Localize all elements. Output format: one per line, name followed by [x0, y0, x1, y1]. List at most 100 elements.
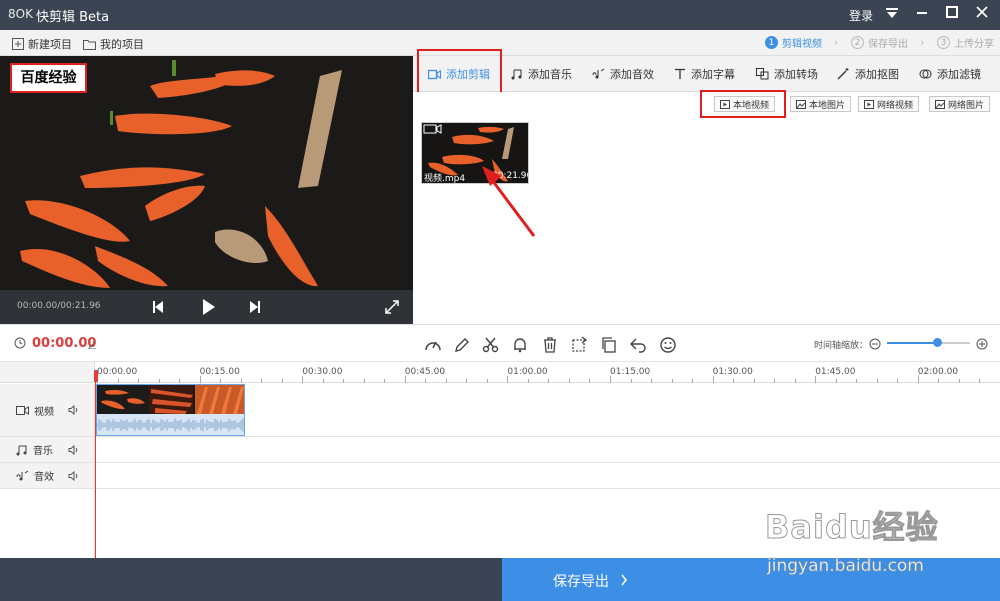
ruler-tick: [158, 379, 160, 383]
track-label: 音效: [34, 472, 54, 483]
my-projects-button[interactable]: 我的项目: [83, 36, 144, 52]
tab-label: 添加音效: [610, 68, 654, 81]
step-upload-share[interactable]: 3 上传分享: [937, 35, 994, 50]
tab-add-sound-effect[interactable]: 添加音效: [592, 66, 654, 82]
playhead-handle[interactable]: [94, 370, 98, 382]
ruler-tick: [281, 379, 283, 383]
ruler-tick: [692, 379, 694, 383]
minimize-icon[interactable]: [911, 4, 933, 26]
step-label: 保存导出: [868, 39, 908, 50]
chevron-right-icon: ›: [834, 36, 839, 49]
new-project-button[interactable]: 新建项目: [12, 36, 72, 52]
ruler-tick: [507, 376, 509, 383]
clip-waveform: [97, 414, 244, 435]
ruler-tick: [876, 379, 878, 383]
bell-icon[interactable]: [511, 336, 529, 354]
zoom-label: 时间轴缩放：: [814, 341, 869, 351]
tab-add-music[interactable]: 添加音乐: [511, 66, 572, 82]
ruler-tick: [404, 376, 406, 383]
web-video-button[interactable]: 网络视频: [858, 96, 920, 112]
ruler-tick: [548, 379, 550, 383]
crop-rotate-icon[interactable]: [570, 336, 588, 354]
maximize-icon[interactable]: [941, 4, 963, 26]
local-image-button[interactable]: 本地图片: [790, 96, 852, 112]
ruler-tick: [630, 379, 632, 383]
music-note-icon: [16, 445, 27, 455]
tab-add-subtitle[interactable]: 添加字幕: [674, 66, 735, 82]
speaker-icon[interactable]: [68, 405, 79, 415]
track-sound-effect[interactable]: [95, 463, 1000, 489]
speed-icon[interactable]: [424, 336, 442, 354]
web-image-button[interactable]: 网络图片: [929, 96, 991, 112]
copy-icon[interactable]: [600, 336, 618, 354]
ruler-tick: [671, 379, 673, 383]
button-label: 本地图片: [809, 100, 846, 111]
zoom-in-icon[interactable]: [976, 338, 988, 350]
timeline-toolbar: 00:00.00 时间轴缩放：: [0, 324, 1000, 362]
highlight-box-local-video: [700, 90, 786, 118]
ruler-tick: [199, 376, 201, 383]
close-icon[interactable]: [971, 4, 993, 26]
skip-forward-icon[interactable]: [245, 297, 265, 317]
trash-icon[interactable]: [541, 336, 559, 354]
fullscreen-icon[interactable]: [382, 297, 402, 317]
video-camera-icon: [16, 405, 29, 415]
step-edit-video[interactable]: 1 剪辑视频: [765, 35, 822, 50]
ruler-tick: [610, 376, 611, 383]
ruler-tick: [958, 379, 960, 383]
folder-icon: [83, 39, 96, 50]
triangle-down-icon[interactable]: [881, 4, 903, 26]
scissors-icon[interactable]: [482, 336, 500, 354]
video-clip[interactable]: [96, 384, 245, 436]
step-number: 2: [851, 36, 864, 49]
edit-time-icon[interactable]: [88, 340, 96, 349]
ruler-tick: [363, 379, 365, 383]
ruler-tick: [835, 379, 837, 383]
tab-add-filter[interactable]: 添加滤镜: [919, 66, 981, 82]
ruler-tick: [343, 379, 345, 383]
skip-back-icon[interactable]: [148, 297, 168, 317]
zoom-out-icon[interactable]: [869, 338, 881, 350]
speaker-icon[interactable]: [68, 470, 79, 481]
timeline-ruler[interactable]: 00:00.00 00:15.00 00:30.00 00:45.00 01:00.00…: [95, 362, 1000, 383]
playhead[interactable]: [95, 370, 96, 558]
music-note-icon: [511, 69, 522, 80]
baidu-watermark-label: 百度经验: [10, 63, 87, 93]
button-label: 网络图片: [948, 100, 985, 111]
ruler-tick: [712, 376, 714, 383]
playback-time: 00:00.00/00:21.96: [17, 301, 101, 311]
pencil-icon[interactable]: [453, 336, 471, 354]
login-link[interactable]: 登录: [849, 7, 873, 24]
ruler-tick: [261, 379, 263, 383]
step-label: 剪辑视频: [782, 39, 822, 50]
track-label: 视频: [34, 406, 54, 418]
ruler-tick: [486, 379, 488, 383]
undo-icon[interactable]: [629, 336, 647, 354]
track-header-sound-effect: 音效: [0, 463, 95, 489]
image-file-icon: [935, 99, 945, 109]
ruler-tick: [774, 379, 776, 383]
ruler-tick: [856, 379, 858, 383]
step-save-export[interactable]: 2 保存导出: [851, 35, 908, 50]
ruler-tick: [753, 379, 755, 383]
image-file-icon: [796, 99, 806, 109]
speaker-icon[interactable]: [68, 444, 79, 455]
ruler-tick-label: 00:30.00: [302, 367, 343, 377]
tab-add-transition[interactable]: 添加转场: [756, 66, 818, 82]
ruler-tick: [979, 379, 981, 383]
ruler-tick: [589, 379, 591, 383]
video-preview[interactable]: [0, 56, 413, 324]
chevron-right-icon: [621, 574, 627, 586]
ruler-tick: [384, 379, 386, 383]
chevron-right-icon: ›: [920, 36, 925, 49]
zoom-slider-knob[interactable]: [932, 338, 942, 347]
baidu-url: jingyan.baidu.com: [767, 556, 924, 577]
emoji-icon[interactable]: [659, 336, 677, 354]
tab-add-cutout[interactable]: 添加抠图: [837, 66, 899, 82]
clock-icon: [14, 337, 26, 349]
track-music[interactable]: [95, 437, 1000, 463]
sound-effect-icon: [592, 68, 605, 79]
play-icon[interactable]: [198, 297, 218, 317]
ruler-tick: [938, 379, 940, 383]
sound-effect-icon: [16, 470, 29, 480]
